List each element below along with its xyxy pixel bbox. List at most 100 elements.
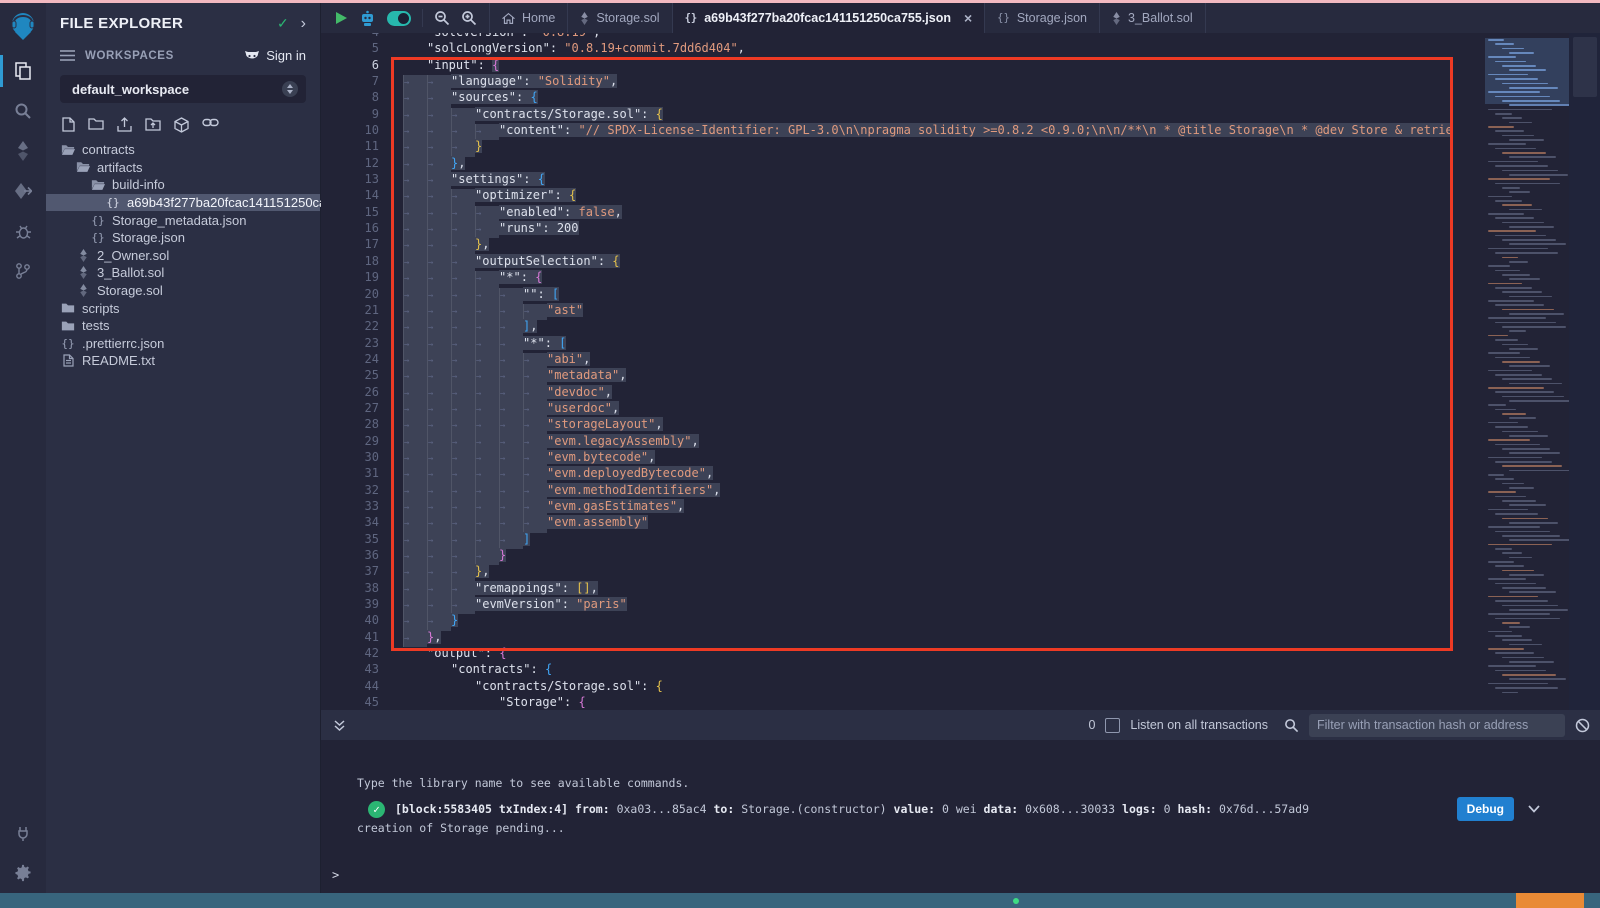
solidity-icon [1112, 12, 1121, 25]
minimap-line [1509, 452, 1560, 454]
transaction-row[interactable]: ✓ [block:5583405 txIndex:4] from: 0xa03.… [368, 797, 1540, 821]
minimap-line [1509, 69, 1546, 71]
transaction-filter-input[interactable] [1309, 714, 1565, 737]
status-orange-badge[interactable] [1516, 893, 1584, 908]
workspace-select[interactable]: default_workspace [60, 75, 306, 103]
json-icon: {} [685, 12, 698, 24]
code-line-14: 14→→→"optimizer": { [321, 187, 1600, 203]
tree-item-readme-txt[interactable]: README.txt [46, 352, 320, 370]
tab-storage-json[interactable]: {}Storage.json [985, 3, 1100, 33]
remix-logo[interactable] [0, 3, 46, 51]
new-file-icon[interactable] [62, 117, 75, 133]
settings-gear-icon[interactable] [0, 853, 46, 893]
ai-robot-icon[interactable] [359, 10, 376, 27]
minimap-line [1502, 170, 1558, 172]
upload-file-icon[interactable] [117, 117, 132, 133]
tab-storage-sol[interactable]: Storage.sol [568, 3, 672, 33]
chevron-right-icon[interactable]: › [301, 19, 306, 29]
workspaces-label: WORKSPACES [85, 50, 244, 62]
code-line-13: 13→→"settings": { [321, 171, 1600, 187]
minimap-line [1488, 352, 1520, 354]
minimap-line [1488, 509, 1528, 511]
minimap-line [1502, 187, 1520, 189]
minimap-line [1488, 317, 1546, 319]
solidity-compiler-icon[interactable] [0, 131, 46, 171]
line-number: 12 [321, 155, 379, 171]
code-line-23: 23→→→→→"*": [ [321, 335, 1600, 351]
tree-item-storage-json[interactable]: {}Storage.json [46, 229, 320, 247]
zoom-in-icon[interactable] [461, 10, 477, 26]
code-editor[interactable]: 4"solcVersion": "0.8.19",5"solcLongVersi… [321, 33, 1600, 710]
code-line-37: 37→→→}, [321, 563, 1600, 579]
tab-a69b43f277ba20fcac141151250ca755-json[interactable]: {}a69b43f277ba20fcac141151250ca755.json× [673, 3, 986, 33]
status-bar [0, 893, 1600, 908]
tree-item-3-ballot-sol[interactable]: 3_Ballot.sol [46, 264, 320, 282]
menu-icon[interactable] [60, 50, 75, 61]
minimap-line [1502, 657, 1544, 659]
terminal-prompt[interactable]: > [332, 868, 339, 882]
main-area: Home Storage.sol{}a69b43f277ba20fcac14115… [321, 3, 1600, 893]
expand-terminal-icon[interactable] [333, 719, 346, 732]
code-line-31: 31→→→→→→"evm.deployedBytecode", [321, 465, 1600, 481]
tree-item-build-info[interactable]: build-info [46, 176, 320, 194]
line-number: 13 [321, 171, 379, 187]
tree-item-label: Storage.json [112, 230, 185, 245]
tree-item-contracts[interactable]: contracts [46, 141, 320, 159]
ai-toggle-switch[interactable] [387, 11, 411, 26]
code-line-42: 42"output": { [321, 645, 1600, 661]
tree-item-storage-sol[interactable]: Storage.sol [46, 282, 320, 300]
minimap-line [1509, 661, 1554, 663]
terminal-search-icon[interactable] [1284, 718, 1299, 733]
file-explorer-icon[interactable] [0, 51, 46, 91]
folder-icon [60, 320, 76, 332]
json-icon: {} [60, 337, 76, 350]
panel-title: FILE EXPLORER [60, 15, 277, 32]
new-folder-icon[interactable] [88, 117, 104, 133]
listen-checkbox[interactable] [1105, 718, 1120, 733]
tree-item-artifacts[interactable]: artifacts [46, 159, 320, 177]
terminal-output[interactable]: Type the library name to see available c… [321, 740, 1600, 893]
link-icon[interactable] [202, 117, 219, 133]
folder-open-icon [90, 179, 106, 191]
deploy-run-icon[interactable] [0, 171, 46, 211]
tab-label: Home [522, 11, 555, 25]
code-line-19: 19→→→→"*": { [321, 269, 1600, 285]
scrollbar-track[interactable] [1569, 33, 1600, 710]
search-icon[interactable] [0, 91, 46, 131]
close-tab-icon[interactable]: × [964, 10, 972, 26]
line-number: 40 [321, 612, 379, 628]
ban-icon[interactable] [1575, 718, 1590, 733]
zoom-out-icon[interactable] [434, 10, 450, 26]
debugger-icon[interactable] [0, 211, 46, 251]
git-icon[interactable] [0, 251, 46, 291]
upload-folder-icon[interactable] [145, 117, 161, 133]
tree-item-label: README.txt [82, 353, 155, 368]
plugin-manager-icon[interactable] [0, 813, 46, 853]
code-line-45: 45"Storage": { [321, 694, 1600, 710]
minimap-line [1502, 65, 1536, 67]
cube-icon[interactable] [174, 117, 189, 133]
minimap-line [1488, 265, 1510, 267]
play-button[interactable] [335, 11, 348, 25]
minimap-line [1488, 230, 1536, 232]
minimap-line [1488, 370, 1532, 372]
tree-item-a69b43f277ba20fcac141151250ca7-[interactable]: {}a69b43f277ba20fcac141151250ca7... [46, 194, 320, 212]
tabs: Home Storage.sol{}a69b43f277ba20fcac14115… [490, 3, 1206, 33]
tab-home[interactable]: Home [490, 3, 568, 33]
folder-icon [60, 302, 76, 314]
minimap-line [1502, 552, 1522, 554]
code-line-16: 16→→→→"runs": 200 [321, 220, 1600, 236]
code-line-20: 20→→→→→"": [ [321, 286, 1600, 302]
tx-expand-chevron-icon[interactable] [1528, 805, 1540, 813]
scrollbar-thumb[interactable] [1573, 37, 1597, 97]
tree-item-2-owner-sol[interactable]: 2_Owner.sol [46, 247, 320, 265]
tree-item-storage-metadata-json[interactable]: {}Storage_metadata.json [46, 211, 320, 229]
tree-item--prettierrc-json[interactable]: {}.prettierrc.json [46, 335, 320, 353]
minimap[interactable] [1485, 33, 1569, 710]
tree-item-scripts[interactable]: scripts [46, 299, 320, 317]
debug-button[interactable]: Debug [1457, 797, 1514, 821]
tree-item-tests[interactable]: tests [46, 317, 320, 335]
sign-in-button[interactable]: Sign in [244, 48, 306, 63]
minimap-line [1495, 426, 1528, 428]
tab-3-ballot-sol[interactable]: 3_Ballot.sol [1100, 3, 1206, 33]
